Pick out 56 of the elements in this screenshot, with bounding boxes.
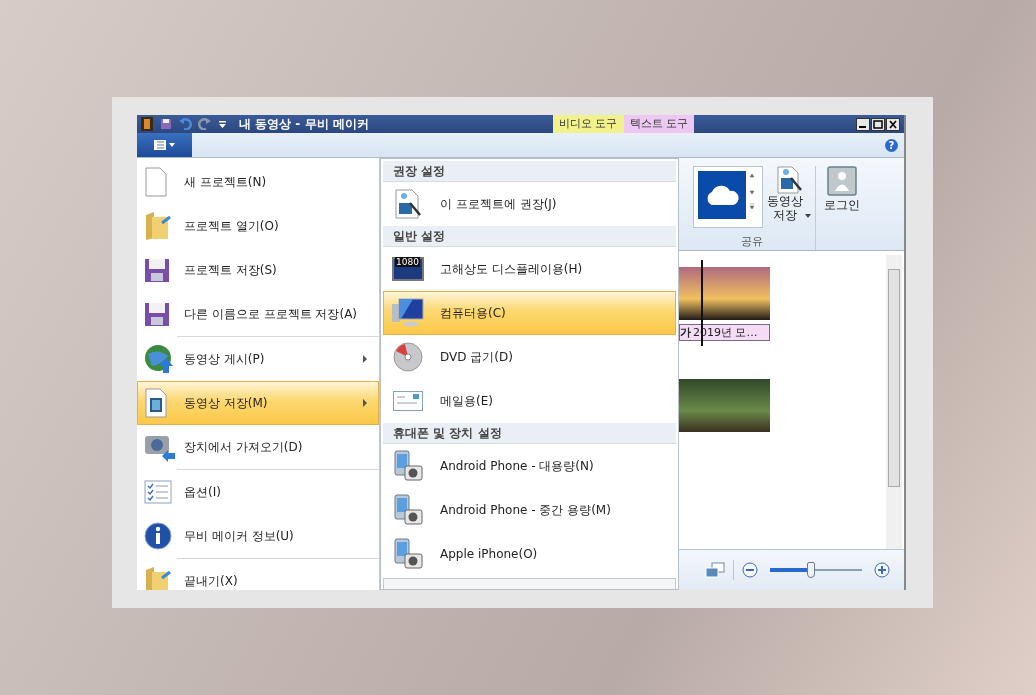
- menu-item[interactable]: 메일용(E): [383, 379, 676, 423]
- disc-icon: [393, 342, 423, 372]
- zoom-in-icon[interactable]: [874, 562, 890, 578]
- window-title: 내 동영상 - 무비 메이커: [239, 115, 369, 133]
- caret-icon: [805, 214, 811, 218]
- phone-camera-icon: [393, 450, 423, 482]
- computer-icon: [391, 298, 425, 328]
- menu-icon: [153, 140, 176, 150]
- menu-item[interactable]: Android Phone - 대용량(N): [383, 444, 676, 488]
- menu-item[interactable]: 끝내기(X): [137, 559, 379, 590]
- video-wand-icon: [394, 189, 422, 219]
- redo-icon[interactable]: [198, 118, 212, 130]
- video-wand-icon: [776, 166, 802, 194]
- menu-item[interactable]: 옵션(I): [137, 470, 379, 514]
- help-button[interactable]: ?: [885, 138, 898, 152]
- photo-placeholder[interactable]: [679, 267, 770, 320]
- file-menu-button[interactable]: [137, 133, 192, 157]
- login-button[interactable]: 로그인: [824, 166, 860, 250]
- menu-item[interactable]: 프로젝트 열기(O): [137, 204, 379, 248]
- film-icon: [140, 117, 154, 131]
- save-icon[interactable]: [160, 118, 172, 130]
- person-icon: [827, 166, 857, 196]
- context-tab[interactable]: 비디오 도구: [553, 115, 624, 133]
- menu-item[interactable]: 프로젝트 저장(S): [137, 248, 379, 292]
- menu-item[interactable]: 이 프로젝트에 권장(J): [383, 182, 676, 226]
- section-heading: 휴대폰 및 장치 설정: [383, 423, 676, 444]
- menu-item[interactable]: 컴퓨터용(C): [383, 291, 676, 335]
- menu-item[interactable]: 무비 메이커 정보(U): [137, 514, 379, 558]
- close-icon[interactable]: [886, 117, 900, 131]
- menu-item[interactable]: 동영상 게시(P): [137, 337, 379, 381]
- phone-camera-icon: [393, 538, 423, 570]
- save-video-button[interactable]: 동영상 저장: [767, 166, 811, 228]
- menu-item[interactable]: 새 프로젝트(N): [137, 160, 379, 204]
- section-heading: 권장 설정: [383, 161, 676, 182]
- section-heading: 일반 설정: [383, 226, 676, 247]
- vertical-scrollbar[interactable]: [886, 255, 902, 549]
- minimize-icon[interactable]: [856, 117, 870, 131]
- button-label: 동영상 저장: [767, 194, 803, 222]
- envelope-icon: [393, 391, 423, 411]
- menu-item[interactable]: 동영상 저장(M): [137, 381, 379, 425]
- caret-icon[interactable]: [218, 119, 227, 129]
- menu-item[interactable]: DVD 굽기(D): [383, 335, 676, 379]
- menu-item[interactable]: 1080 고해상도 디스플레이용(H): [383, 247, 676, 291]
- menu-item[interactable]: 장치에서 가져오기(D): [137, 425, 379, 469]
- group-label: 공유: [741, 234, 763, 249]
- thumbnail-size-icon[interactable]: [705, 562, 725, 578]
- maximize-icon[interactable]: [871, 117, 885, 131]
- menu-item[interactable]: 다른 이름으로 프로젝트 저장(A): [137, 292, 379, 336]
- phone-camera-icon: [393, 494, 423, 526]
- context-tab[interactable]: 텍스트 도구: [623, 115, 694, 133]
- menu-item[interactable]: Android Phone - 중간 용량(M): [383, 488, 676, 532]
- globe-upload-icon: [144, 344, 176, 374]
- hd-monitor-icon: 1080: [392, 257, 424, 281]
- menu-item[interactable]: Apple iPhone(O): [383, 532, 676, 576]
- cloud-tile[interactable]: [698, 171, 746, 219]
- zoom-out-icon[interactable]: [742, 562, 758, 578]
